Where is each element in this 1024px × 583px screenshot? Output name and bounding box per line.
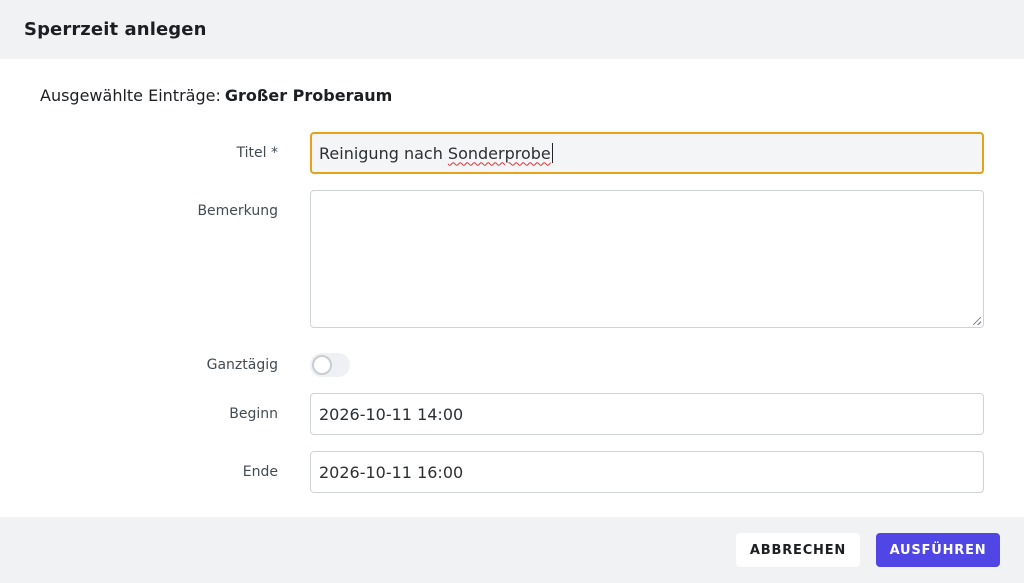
title-value-prefix: Reinigung nach bbox=[319, 143, 448, 163]
title-value-misspelled: Sonderprobe bbox=[447, 143, 551, 163]
resize-grip-icon[interactable] bbox=[973, 317, 981, 325]
all-day-toggle[interactable] bbox=[310, 353, 350, 377]
title-input[interactable]: Reinigung nach Sonderprobe bbox=[310, 132, 984, 174]
selected-entries-label: Ausgewählte Einträge: bbox=[40, 86, 221, 105]
dialog-title: Sperrzeit anlegen bbox=[24, 19, 207, 40]
end-value: 2026-10-11 16:00 bbox=[319, 462, 464, 482]
remark-label: Bemerkung bbox=[197, 203, 278, 219]
dialog-footer: ABBRECHEN AUSFÜHREN bbox=[0, 517, 1024, 583]
selected-entries: Ausgewählte Einträge: Großer Proberaum bbox=[40, 86, 984, 106]
selected-entries-value: Großer Proberaum bbox=[224, 86, 393, 105]
all-day-label: Ganztägig bbox=[206, 357, 278, 373]
end-datetime-input[interactable]: 2026-10-11 16:00 bbox=[310, 451, 984, 493]
remark-textarea[interactable] bbox=[310, 190, 984, 328]
text-caret bbox=[551, 143, 553, 163]
title-label: Titel * bbox=[236, 145, 278, 161]
execute-button[interactable]: AUSFÜHREN bbox=[876, 533, 1000, 567]
start-value: 2026-10-11 14:00 bbox=[319, 404, 464, 424]
lock-time-dialog: Sperrzeit anlegen Ausgewählte Einträge: G… bbox=[0, 0, 1024, 583]
cancel-button[interactable]: ABBRECHEN bbox=[736, 533, 860, 567]
dialog-header: Sperrzeit anlegen bbox=[0, 0, 1024, 59]
start-label: Beginn bbox=[229, 406, 278, 422]
toggle-knob bbox=[312, 355, 332, 375]
start-datetime-input[interactable]: 2026-10-11 14:00 bbox=[310, 393, 984, 435]
end-label: Ende bbox=[242, 464, 278, 480]
